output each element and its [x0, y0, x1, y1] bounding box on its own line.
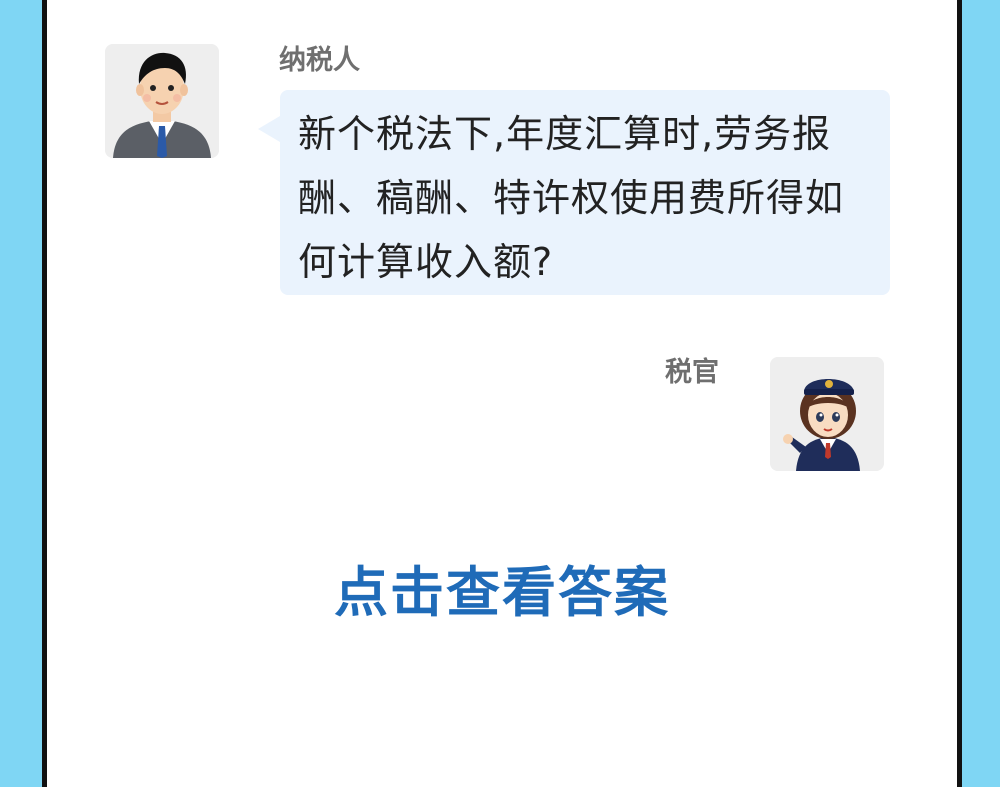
taxpayer-avatar-icon [105, 44, 219, 158]
chat-panel: 纳税人 新个税法下,年度汇算时,劳务报酬、稿酬、特许权使用费所得如何计算收入额?… [42, 0, 962, 787]
taxpayer-name: 纳税人 [279, 45, 360, 76]
officer-name: 税官 [665, 357, 719, 388]
taxpayer-message: 新个税法下,年度汇算时,劳务报酬、稿酬、特许权使用费所得如何计算收入额? [298, 112, 845, 284]
view-answer-button[interactable]: 点击查看答案 [47, 548, 957, 627]
tax-officer-avatar-icon [770, 357, 884, 471]
message-bubble: 新个税法下,年度汇算时,劳务报酬、稿酬、特许权使用费所得如何计算收入额? [258, 90, 890, 295]
